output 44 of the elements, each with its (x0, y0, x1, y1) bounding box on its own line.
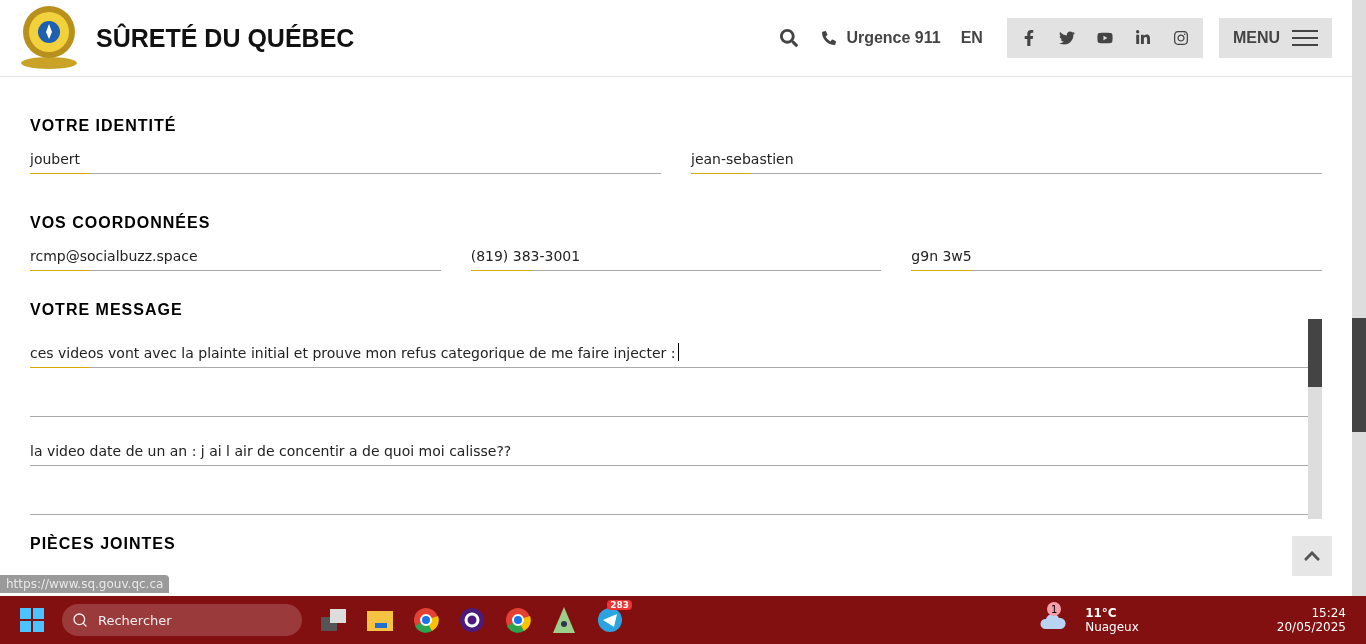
input-field[interactable]: jean-sebastien (691, 147, 1322, 174)
site-title[interactable]: SÛRETÉ DU QUÉBEC (96, 23, 355, 53)
menu-button[interactable]: MENU (1218, 18, 1332, 58)
taskbar-search-field[interactable]: Rechercher (62, 604, 302, 636)
input-field[interactable]: g9n 3w5 (911, 244, 1322, 271)
input-field[interactable]: (819) 383-3001 (470, 244, 882, 271)
section-heading: VOTRE MESSAGE (30, 301, 183, 319)
input-field[interactable]: joubert (30, 147, 661, 174)
start-icon[interactable] (20, 608, 44, 632)
twitter-icon[interactable] (1058, 30, 1075, 46)
search-icon (72, 612, 88, 628)
weather-badge: 1 (1047, 602, 1062, 616)
emergency-link[interactable]: Urgence 911 (846, 29, 941, 47)
temperature-text: 11°C (1085, 606, 1118, 620)
browser-icon[interactable] (413, 607, 439, 633)
search-icon[interactable] (780, 29, 799, 47)
message-text: ces videos vont avec la plainte initial et prouve mon refus categorique de me faire injecter : (30, 345, 676, 361)
message-text: la video date de un an : j ai l air de concentir a de quoi moi calisse?? (30, 443, 512, 459)
clock-time: 15:24 (1311, 606, 1346, 620)
weather-text: Nuageux (1085, 620, 1139, 634)
folder-icon[interactable] (367, 609, 393, 631)
sync-icon[interactable] (459, 607, 485, 633)
phone-icon (822, 31, 837, 45)
textarea-scrollbar[interactable] (1308, 319, 1322, 519)
input-field[interactable]: rcmp@socialbuzz.space (30, 244, 441, 271)
page-scrollbar[interactable] (1352, 0, 1366, 596)
notification-badge: 283 (607, 600, 632, 610)
browser-icon[interactable] (505, 607, 531, 633)
instagram-icon[interactable] (1172, 30, 1189, 46)
message-field[interactable]: ces videos vont avec la plainte initial et prouve mon refus categorique de me faire injecter : la video date de un an : j ai l air de concentir a de quoi moi calisse?? (30, 319, 1322, 519)
section-heading: PIÈCES JOINTES (30, 535, 176, 553)
section-heading: VOTRE IDENTITÉ (30, 117, 177, 135)
menu-icon (1292, 30, 1318, 46)
clock-date: 20/05/2025 (1276, 620, 1346, 634)
telegram-icon[interactable] (597, 607, 623, 633)
youtube-icon[interactable] (1096, 30, 1113, 46)
police-badge-logo (20, 5, 78, 71)
language-link[interactable]: EN (960, 29, 983, 47)
section-heading: VOS COORDONNÉES (30, 214, 211, 232)
back-to-top-button[interactable] (1292, 536, 1332, 576)
status-link-url: https://www.sq.gouv.qc.ca (0, 575, 170, 593)
pyramid-icon[interactable] (553, 607, 575, 633)
linkedin-icon[interactable] (1134, 30, 1151, 46)
task-view-icon[interactable] (321, 609, 347, 631)
